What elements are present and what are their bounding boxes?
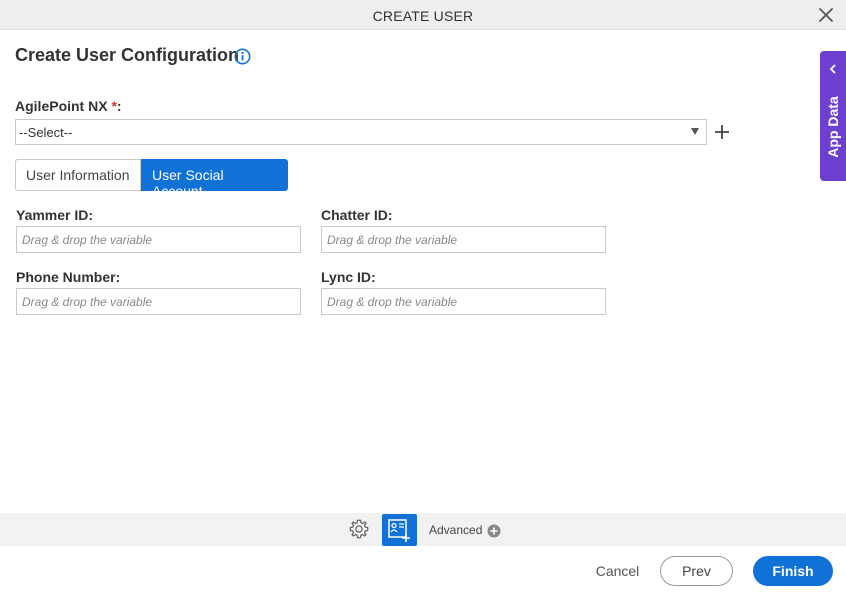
phone-number-input[interactable]: Drag & drop the variable — [16, 288, 301, 315]
dialog-title: CREATE USER — [372, 8, 474, 24]
cancel-button[interactable]: Cancel — [585, 556, 650, 586]
lync-label: Lync ID: — [321, 269, 376, 285]
tab-user-information[interactable]: User Information — [15, 159, 141, 191]
tab-bar: User Information User Social Account — [15, 159, 288, 199]
phone-label: Phone Number: — [16, 269, 121, 285]
chatter-id-input[interactable]: Drag & drop the variable — [321, 226, 606, 253]
tab-user-social-account[interactable]: User Social Account — [141, 159, 288, 199]
info-icon[interactable] — [234, 48, 251, 65]
page-title: Create User Configuration — [15, 45, 240, 65]
agilepoint-label: AgilePoint NX *: — [15, 98, 122, 114]
agilepoint-label-text: AgilePoint NX — [15, 98, 108, 114]
close-icon[interactable] — [818, 7, 834, 23]
yammer-id-input[interactable]: Drag & drop the variable — [16, 226, 301, 253]
plus-icon[interactable] — [713, 123, 731, 141]
label-colon: : — [116, 98, 122, 114]
toolbar-strip — [0, 513, 846, 546]
create-user-dialog: CREATE USER Create User Configuration Ag… — [0, 0, 846, 596]
chevron-left-icon — [829, 64, 836, 74]
user-form-button[interactable] — [382, 514, 417, 546]
prev-button[interactable]: Prev — [660, 556, 733, 586]
lync-id-input[interactable]: Drag & drop the variable — [321, 288, 606, 315]
agilepoint-select-value: --Select-- — [19, 125, 73, 140]
finish-button[interactable]: Finish — [753, 556, 833, 586]
chatter-label: Chatter ID: — [321, 207, 393, 223]
agilepoint-select[interactable]: --Select-- — [15, 119, 707, 145]
plus-circle-icon[interactable] — [487, 524, 501, 538]
chevron-down-icon — [691, 128, 699, 135]
yammer-label: Yammer ID: — [16, 207, 94, 223]
title-bar: CREATE USER — [0, 0, 846, 30]
user-form-icon — [388, 519, 410, 542]
advanced-toggle[interactable]: Advanced — [429, 523, 482, 537]
app-data-label: App Data — [825, 96, 841, 158]
app-data-panel-toggle[interactable]: App Data — [820, 51, 846, 181]
gear-icon[interactable] — [348, 518, 370, 540]
